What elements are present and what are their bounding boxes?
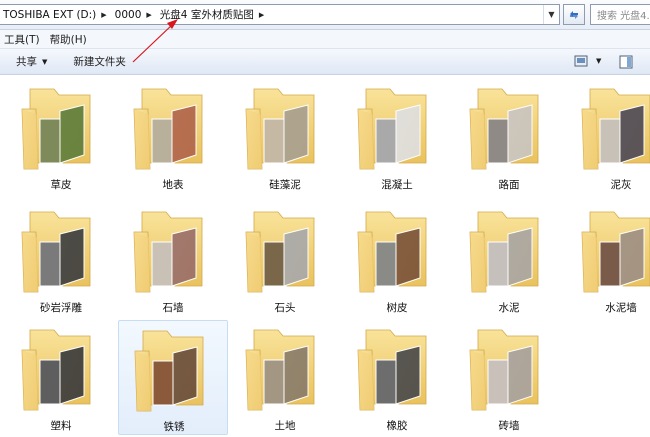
folder-label: 水泥 [498, 302, 520, 314]
folder-grid: 草皮 地表 硅藻泥 混凝土 路面 泥灰砂岩浮雕 石墙 石头 树皮 水泥 水泥墙塑料 铁锈 土地 橡胶 砖墙 [0, 76, 650, 437]
address-bar-row: TOSHIBA EXT (D:) ▶ 0000 ▶ 光盘4 室外材质贴图 ▶ ▼… [0, 0, 650, 30]
folder-label: 树皮 [386, 302, 408, 314]
folder-icon [245, 88, 315, 170]
chevron-right-icon[interactable]: ▶ [144, 11, 156, 19]
folder-label: 路面 [498, 179, 520, 191]
folder-label: 橡胶 [386, 420, 408, 432]
folder-item[interactable]: 石头 [230, 202, 340, 317]
new-folder-button[interactable]: 新建文件夹 [73, 54, 126, 69]
preview-pane-button[interactable] [619, 55, 633, 72]
folder-item[interactable]: 混凝土 [342, 79, 452, 194]
refresh-button[interactable] [563, 4, 585, 25]
new-folder-label: 新建文件夹 [73, 56, 126, 68]
folder-label: 水泥墙 [605, 302, 637, 314]
folder-label: 土地 [274, 420, 296, 432]
folder-icon [469, 88, 539, 170]
folder-label: 石墙 [162, 302, 184, 314]
menu-help[interactable]: 帮助(H) [46, 32, 93, 47]
folder-item[interactable]: 砂岩浮雕 [6, 202, 116, 317]
folder-item[interactable]: 石墙 [118, 202, 228, 317]
menu-tools[interactable]: 工具(T) [0, 32, 46, 47]
folder-item[interactable]: 路面 [454, 79, 564, 194]
folder-label: 地表 [162, 179, 184, 191]
folder-icon [134, 330, 204, 412]
folder-item[interactable]: 水泥 [454, 202, 564, 317]
folder-label: 铁锈 [163, 421, 185, 433]
folder-icon [357, 329, 427, 411]
folder-label: 砂岩浮雕 [40, 302, 82, 314]
folder-item[interactable]: 硅藻泥 [230, 79, 340, 194]
chevron-right-icon[interactable]: ▶ [257, 11, 269, 19]
folder-icon [133, 88, 203, 170]
folder-label: 泥灰 [610, 179, 632, 191]
refresh-icon [570, 10, 578, 19]
folder-item[interactable]: 树皮 [342, 202, 452, 317]
folder-icon [21, 88, 91, 170]
folder-item[interactable]: 草皮 [6, 79, 116, 194]
folder-icon [357, 88, 427, 170]
folder-icon [245, 329, 315, 411]
folder-item[interactable]: 水泥墙 [566, 202, 650, 317]
command-toolbar: 共享 ▼ 新建文件夹 ▼ [0, 49, 650, 75]
breadcrumb-current-folder[interactable]: 光盘4 室外材质贴图 [157, 7, 257, 22]
folder-icon [581, 211, 650, 293]
chevron-down-icon[interactable]: ▼ [596, 57, 601, 65]
change-view-button[interactable]: ▼ [574, 55, 601, 67]
folder-icon [469, 211, 539, 293]
folder-icon [245, 211, 315, 293]
chevron-down-icon: ▼ [42, 57, 48, 66]
breadcrumb-folder-0000[interactable]: 0000 [112, 9, 145, 21]
share-button[interactable]: 共享 ▼ [16, 54, 47, 69]
folder-icon [21, 329, 91, 411]
folder-label: 混凝土 [381, 179, 413, 191]
share-label: 共享 [16, 56, 37, 68]
folder-label: 塑料 [50, 420, 72, 432]
search-placeholder: 搜索 光盘4... [597, 11, 650, 22]
folder-item[interactable]: 土地 [230, 320, 340, 435]
folder-label: 石头 [274, 302, 296, 314]
preview-pane-icon [619, 55, 633, 69]
folder-label: 草皮 [50, 179, 72, 191]
folder-icon [357, 211, 427, 293]
address-history-dropdown[interactable]: ▼ [543, 5, 559, 24]
address-bar[interactable]: TOSHIBA EXT (D:) ▶ 0000 ▶ 光盘4 室外材质贴图 ▶ ▼ [0, 4, 560, 25]
folder-icon [133, 211, 203, 293]
folder-item[interactable]: 塑料 [6, 320, 116, 435]
folder-item[interactable]: 橡胶 [342, 320, 452, 435]
folder-item[interactable]: 砖墙 [454, 320, 564, 435]
folder-item[interactable]: 铁锈 [118, 320, 228, 435]
breadcrumb-drive[interactable]: TOSHIBA EXT (D:) [0, 9, 99, 21]
folder-item[interactable]: 地表 [118, 79, 228, 194]
chevron-right-icon[interactable]: ▶ [99, 11, 111, 19]
folder-icon [21, 211, 91, 293]
folder-label: 砖墙 [498, 420, 520, 432]
search-input[interactable]: 搜索 光盘4... [590, 4, 650, 25]
view-icon [574, 55, 588, 67]
folder-item[interactable]: 泥灰 [566, 79, 650, 194]
menu-bar: 工具(T) 帮助(H) [0, 30, 650, 49]
folder-icon [469, 329, 539, 411]
folder-label: 硅藻泥 [269, 179, 301, 191]
folder-icon [581, 88, 650, 170]
